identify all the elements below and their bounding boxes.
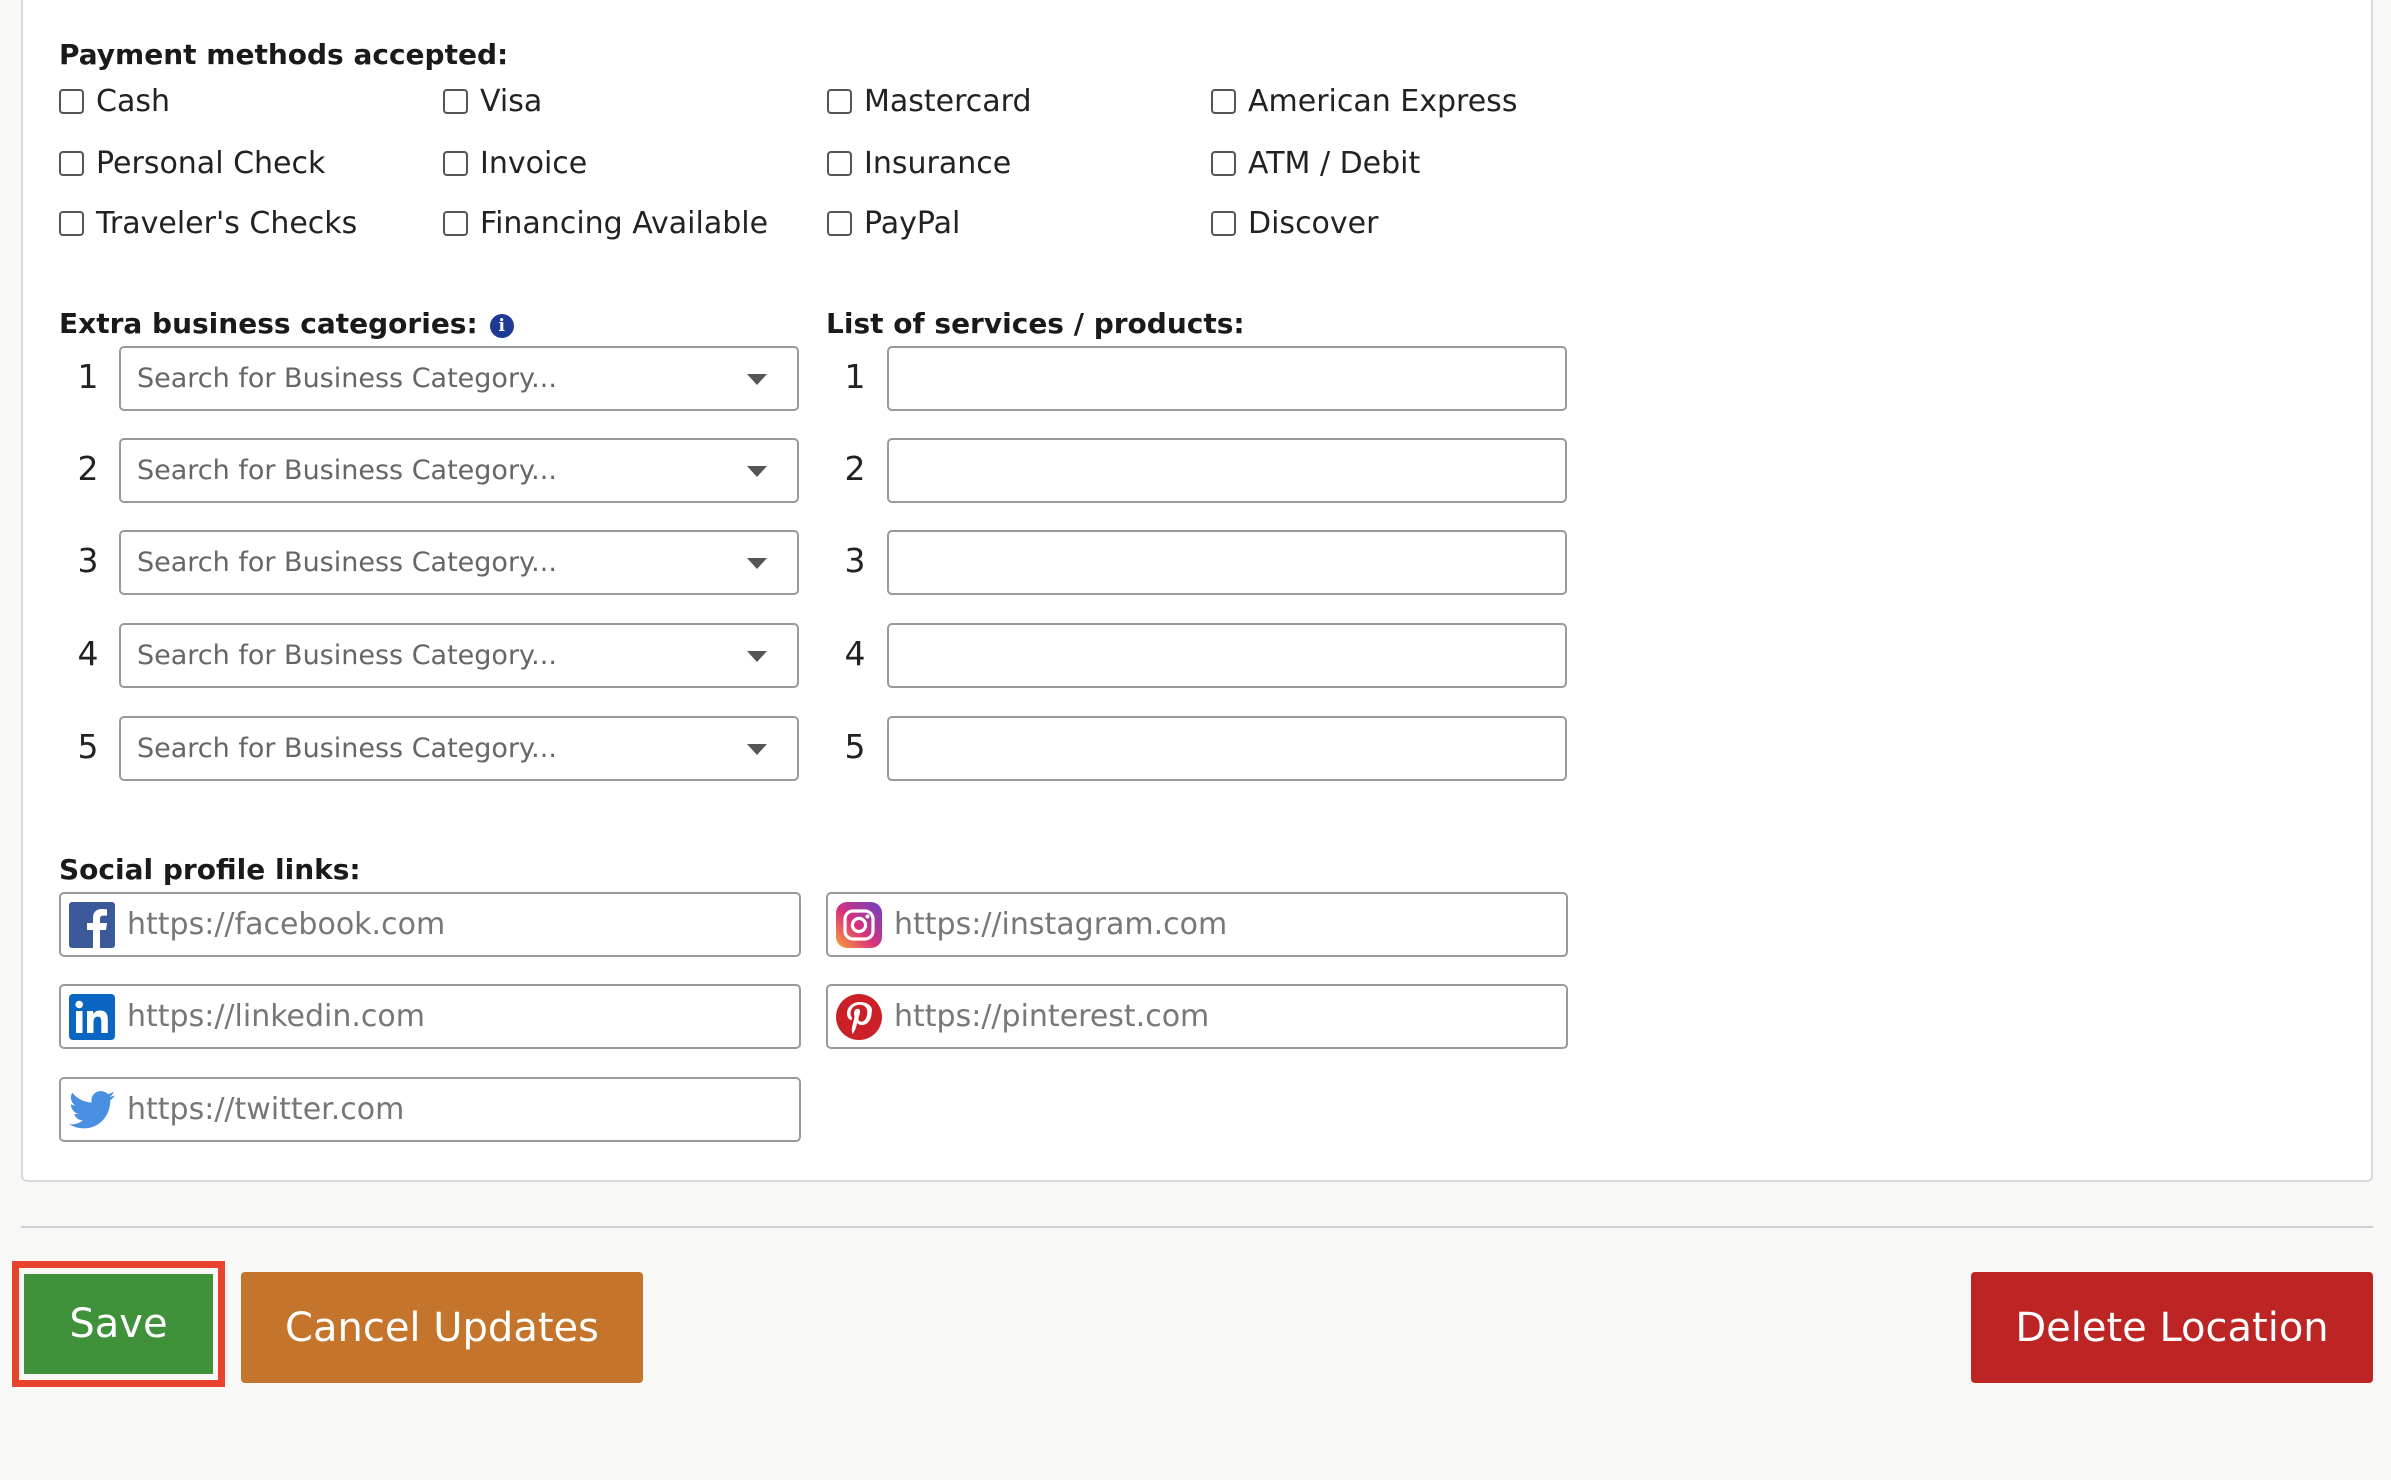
checkbox-mastercard[interactable]: Mastercard — [827, 84, 1032, 119]
category-row-number: 1 — [77, 357, 99, 396]
chevron-down-icon — [747, 557, 767, 569]
select-placeholder: Search for Business Category... — [137, 455, 557, 486]
category-row-number: 2 — [77, 449, 99, 488]
checkbox-label: Visa — [480, 84, 543, 119]
service-row-number: 3 — [844, 541, 866, 580]
checkbox-label: Financing Available — [480, 206, 769, 241]
extra-categories-text: Extra business categories: — [59, 307, 478, 340]
cancel-updates-button[interactable]: Cancel Updates — [241, 1272, 643, 1383]
service-input-5[interactable] — [887, 716, 1567, 781]
checkbox-box[interactable] — [1211, 211, 1236, 236]
checkbox-label: Cash — [96, 84, 170, 119]
service-input-1[interactable] — [887, 346, 1567, 411]
checkbox-discover[interactable]: Discover — [1211, 206, 1378, 241]
instagram-icon — [834, 900, 884, 950]
checkbox-label: PayPal — [864, 206, 961, 241]
payment-methods-label: Payment methods accepted: — [59, 38, 509, 71]
business-category-select-5[interactable]: Search for Business Category... — [119, 716, 799, 781]
checkbox-box[interactable] — [1211, 89, 1236, 114]
chevron-down-icon — [747, 650, 767, 662]
checkbox-box[interactable] — [827, 151, 852, 176]
category-row-number: 4 — [77, 634, 99, 673]
category-row-number: 5 — [77, 727, 99, 766]
checkbox-box[interactable] — [827, 211, 852, 236]
instagram-url-input[interactable]: https://instagram.com — [826, 892, 1568, 957]
checkbox-box[interactable] — [1211, 151, 1236, 176]
service-input-2[interactable] — [887, 438, 1567, 503]
business-category-select-3[interactable]: Search for Business Category... — [119, 530, 799, 595]
checkbox-label: American Express — [1248, 84, 1518, 119]
service-row-number: 5 — [844, 727, 866, 766]
checkbox-atm-debit[interactable]: ATM / Debit — [1211, 146, 1420, 181]
checkbox-personal-check[interactable]: Personal Check — [59, 146, 325, 181]
footer-divider — [21, 1226, 2373, 1228]
twitter-url-placeholder: https://twitter.com — [127, 1092, 405, 1127]
pinterest-icon — [834, 992, 884, 1042]
service-input-4[interactable] — [887, 623, 1567, 688]
chevron-down-icon — [747, 373, 767, 385]
twitter-icon — [67, 1085, 117, 1135]
pinterest-url-input[interactable]: https://pinterest.com — [826, 984, 1568, 1049]
delete-location-button[interactable]: Delete Location — [1971, 1272, 2373, 1383]
checkbox-label: Discover — [1248, 206, 1379, 241]
pinterest-url-placeholder: https://pinterest.com — [894, 999, 1210, 1034]
checkbox-cash[interactable]: Cash — [59, 84, 170, 119]
checkbox-box[interactable] — [59, 89, 84, 114]
chevron-down-icon — [747, 743, 767, 755]
checkbox-label: Personal Check — [96, 146, 326, 181]
checkbox-visa[interactable]: Visa — [443, 84, 542, 119]
linkedin-url-placeholder: https://linkedin.com — [127, 999, 425, 1034]
instagram-url-placeholder: https://instagram.com — [894, 907, 1228, 942]
business-category-select-1[interactable]: Search for Business Category... — [119, 346, 799, 411]
checkbox-label: Mastercard — [864, 84, 1032, 119]
select-placeholder: Search for Business Category... — [137, 640, 557, 671]
social-links-label: Social profile links: — [59, 853, 361, 886]
checkbox-insurance[interactable]: Insurance — [827, 146, 1011, 181]
service-row-number: 1 — [844, 357, 866, 396]
checkbox-box[interactable] — [443, 89, 468, 114]
select-placeholder: Search for Business Category... — [137, 733, 557, 764]
twitter-url-input[interactable]: https://twitter.com — [59, 1077, 801, 1142]
business-category-select-4[interactable]: Search for Business Category... — [119, 623, 799, 688]
linkedin-icon — [67, 992, 117, 1042]
select-placeholder: Search for Business Category... — [137, 363, 557, 394]
checkbox-box[interactable] — [443, 211, 468, 236]
checkbox-american-express[interactable]: American Express — [1211, 84, 1517, 119]
checkbox-label: ATM / Debit — [1248, 146, 1421, 181]
facebook-icon — [67, 900, 117, 950]
category-row-number: 3 — [77, 541, 99, 580]
checkbox-box[interactable] — [827, 89, 852, 114]
checkbox-invoice[interactable]: Invoice — [443, 146, 587, 181]
business-category-select-2[interactable]: Search for Business Category... — [119, 438, 799, 503]
service-row-number: 2 — [844, 449, 866, 488]
checkbox-box[interactable] — [443, 151, 468, 176]
checkbox-box[interactable] — [59, 211, 84, 236]
linkedin-url-input[interactable]: https://linkedin.com — [59, 984, 801, 1049]
checkbox-financing-available[interactable]: Financing Available — [443, 206, 768, 241]
services-label: List of services / products: — [826, 307, 1245, 340]
checkbox-label: Traveler's Checks — [96, 206, 358, 241]
checkbox-label: Insurance — [864, 146, 1012, 181]
save-button[interactable]: Save — [24, 1274, 213, 1374]
facebook-url-input[interactable]: https://facebook.com — [59, 892, 801, 957]
chevron-down-icon — [747, 465, 767, 477]
info-icon[interactable]: i — [489, 314, 514, 338]
checkbox-paypal[interactable]: PayPal — [827, 206, 960, 241]
service-row-number: 4 — [844, 634, 866, 673]
checkbox-label: Invoice — [480, 146, 588, 181]
extra-categories-label: Extra business categories: i — [59, 307, 514, 340]
select-placeholder: Search for Business Category... — [137, 547, 557, 578]
facebook-url-placeholder: https://facebook.com — [127, 907, 446, 942]
service-input-3[interactable] — [887, 530, 1567, 595]
checkbox-travelers-checks[interactable]: Traveler's Checks — [59, 206, 357, 241]
checkbox-box[interactable] — [59, 151, 84, 176]
